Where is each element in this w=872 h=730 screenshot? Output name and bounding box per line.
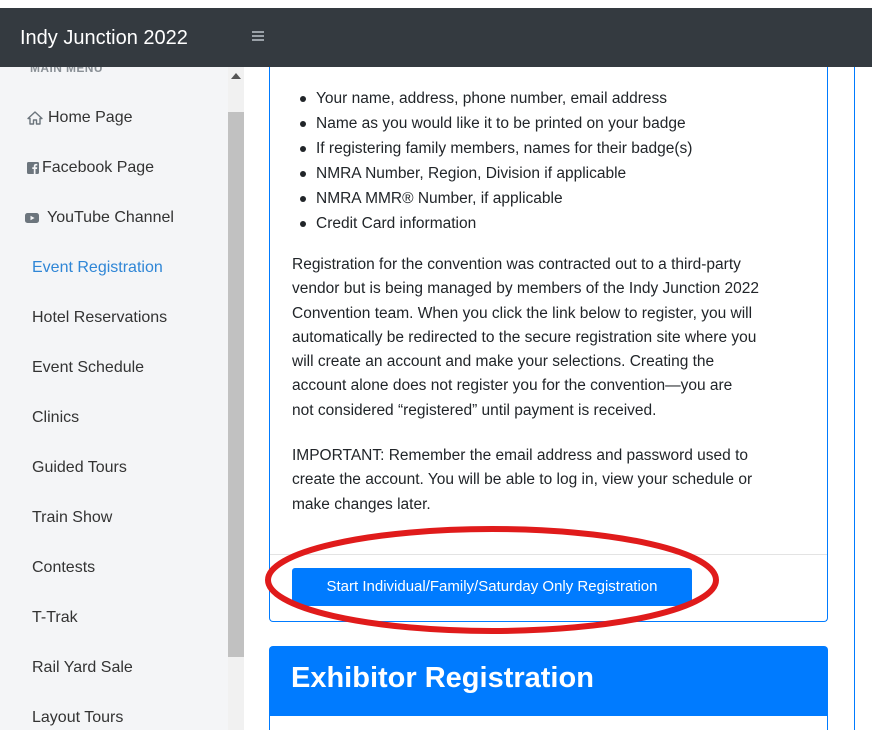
sidebar: MAIN MENU Home Page Facebook Page YouTub… — [0, 67, 244, 730]
registration-requirements-list: Your name, address, phone number, email … — [292, 86, 792, 236]
page-border-line — [854, 67, 855, 730]
paragraph-line: automatically be redirected to the secur… — [292, 328, 757, 346]
sidebar-item-label: T-Trak — [32, 609, 78, 626]
list-item: NMRA MMR® Number, if applicable — [292, 186, 792, 211]
sidebar-item-rail-yard-sale[interactable]: Rail Yard Sale — [0, 648, 228, 688]
youtube-icon — [25, 213, 39, 223]
hamburger-menu-icon[interactable] — [252, 30, 264, 42]
list-item: Credit Card information — [292, 211, 792, 236]
sidebar-item-train-show[interactable]: Train Show — [0, 498, 228, 538]
sidebar-item-facebook-page[interactable]: Facebook Page — [0, 148, 228, 188]
list-item: If registering family members, names for… — [292, 136, 792, 161]
start-registration-button[interactable]: Start Individual/Family/Saturday Only Re… — [292, 568, 692, 606]
scroll-up-arrow-icon[interactable] — [231, 73, 241, 79]
sidebar-item-t-trak[interactable]: T-Trak — [0, 598, 228, 638]
sidebar-item-label: Clinics — [32, 409, 80, 426]
list-item: Name as you would like it to be printed … — [292, 111, 792, 136]
paragraph-line: account alone does not register you for … — [292, 377, 733, 395]
sidebar-item-label: Guided Tours — [32, 459, 127, 476]
paragraph-line: vendor but is being managed by members o… — [292, 280, 760, 298]
paragraph-line: make changes later. — [292, 495, 431, 513]
list-item: Your name, address, phone number, email … — [292, 86, 792, 111]
sidebar-item-youtube-channel[interactable]: YouTube Channel — [0, 198, 228, 238]
exhibitor-card-body — [270, 716, 827, 730]
sidebar-item-clinics[interactable]: Clinics — [0, 398, 228, 438]
sidebar-item-label: Facebook Page — [42, 159, 155, 176]
sidebar-item-layout-tours[interactable]: Layout Tours — [0, 698, 228, 730]
sidebar-item-label: Layout Tours — [32, 709, 124, 726]
sidebar-item-label: Train Show — [32, 509, 113, 526]
main-menu-header: MAIN MENU — [30, 67, 103, 75]
paragraph-line: IMPORTANT: Remember the email address an… — [292, 447, 749, 464]
brand-title[interactable]: Indy Junction 2022 — [20, 27, 188, 50]
paragraph-line: create the account. You will be able to … — [292, 471, 753, 489]
sidebar-item-label: Home Page — [48, 109, 133, 126]
sidebar-item-label: Hotel Reservations — [32, 309, 168, 326]
facebook-icon — [27, 162, 39, 174]
sidebar-item-label: Event Schedule — [32, 359, 145, 376]
sidebar-item-label: Contests — [32, 559, 96, 576]
sidebar-item-event-schedule[interactable]: Event Schedule — [0, 348, 228, 388]
exhibitor-registration-heading: Exhibitor Registration — [291, 662, 594, 694]
sidebar-item-guided-tours[interactable]: Guided Tours — [0, 448, 228, 488]
registration-info-paragraph: Registration for the convention was cont… — [292, 253, 812, 423]
paragraph-line: will create an account and make your sel… — [292, 353, 715, 371]
sidebar-item-hotel-reservations[interactable]: Hotel Reservations — [0, 298, 228, 338]
sidebar-item-home-page[interactable]: Home Page — [0, 98, 228, 138]
paragraph-line: not considered “registered” until paymen… — [292, 401, 657, 419]
sidebar-scrollbar-thumb[interactable] — [228, 112, 244, 657]
sidebar-item-label: Event Registration — [32, 259, 163, 276]
list-item: NMRA Number, Region, Division if applica… — [292, 161, 792, 186]
important-note-paragraph: IMPORTANT: Remember the email address an… — [292, 444, 812, 517]
sidebar-item-label: YouTube Channel — [47, 209, 174, 226]
paragraph-line: Convention team. When you click the link… — [292, 304, 753, 322]
sidebar-item-contests[interactable]: Contests — [0, 548, 228, 588]
card-footer-divider — [270, 554, 827, 555]
paragraph-line: Registration for the convention was cont… — [292, 256, 741, 273]
top-navbar: Indy Junction 2022 — [0, 8, 872, 67]
sidebar-item-event-registration[interactable]: Event Registration — [0, 248, 228, 288]
home-icon — [27, 111, 43, 125]
sidebar-item-label: Rail Yard Sale — [32, 659, 133, 676]
